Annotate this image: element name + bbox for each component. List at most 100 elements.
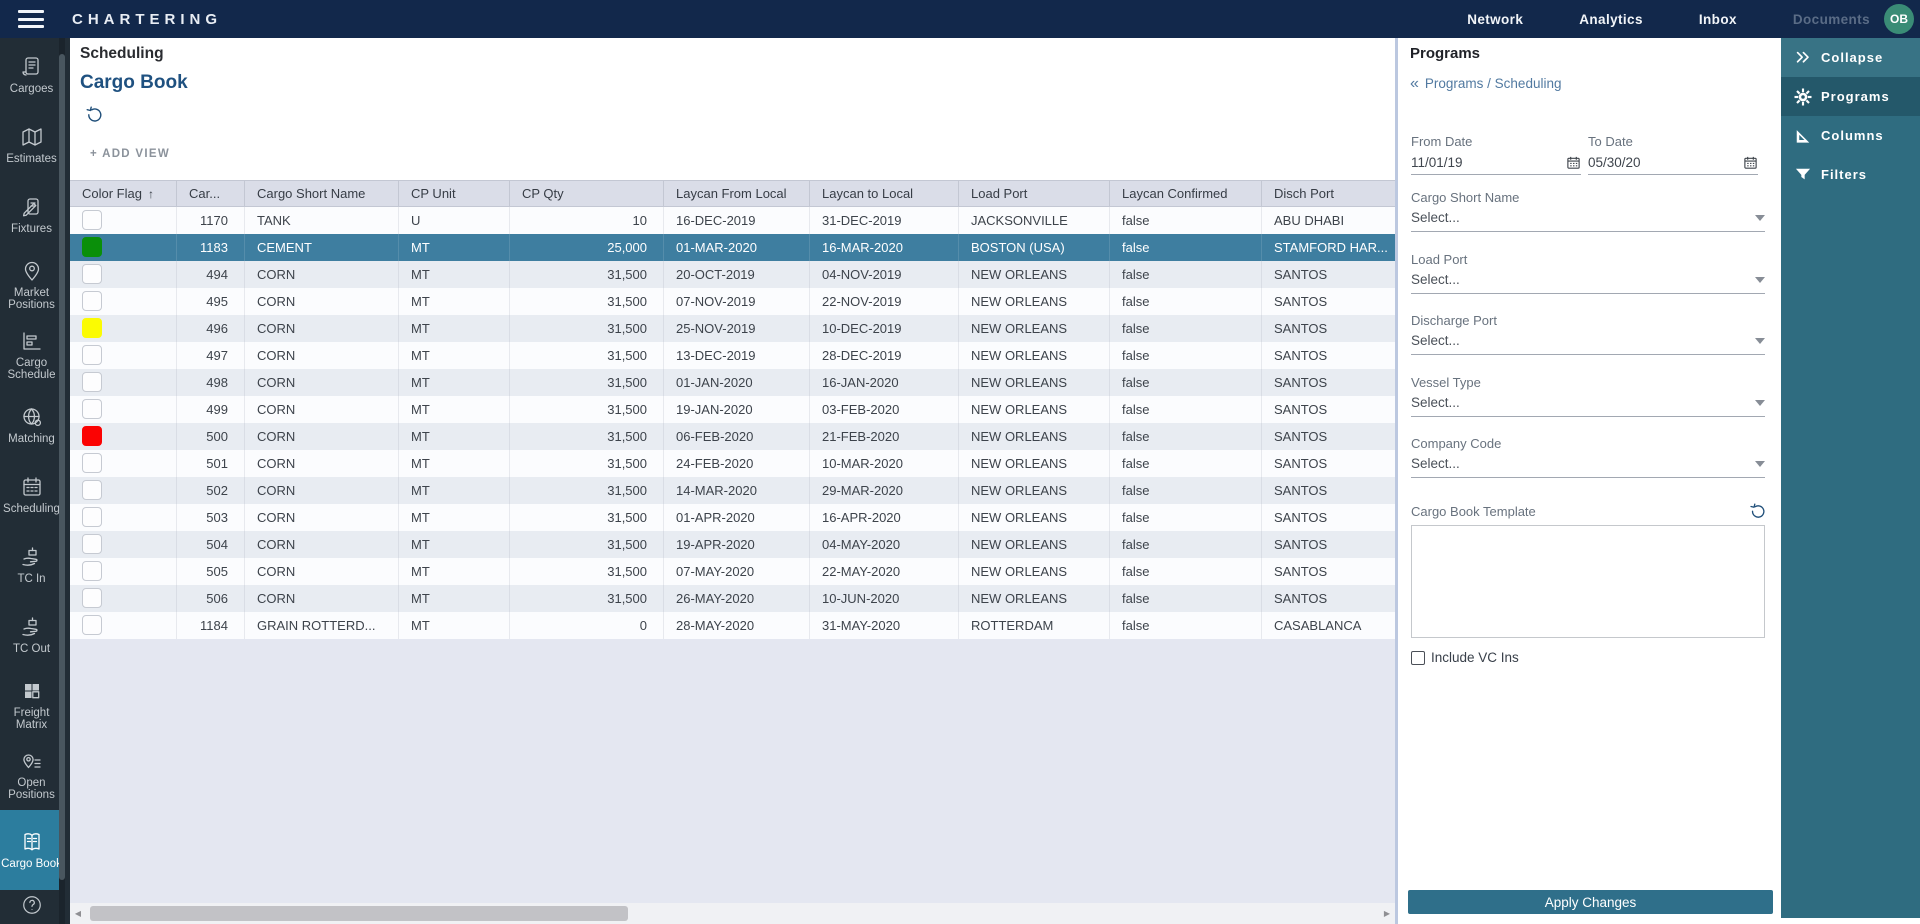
column-header-laycan-to-local[interactable]: Laycan to Local	[810, 181, 959, 206]
color-flag-checkbox[interactable]	[82, 264, 102, 284]
cell-load: BOSTON (USA)	[959, 234, 1110, 261]
table-row[interactable]: 494CORNMT31,50020-OCT-201904-NOV-2019NEW…	[70, 261, 1395, 288]
table-row[interactable]: 500CORNMT31,50006-FEB-202021-FEB-2020NEW…	[70, 423, 1395, 450]
cargo-book-template-textarea[interactable]	[1411, 525, 1765, 638]
sidebar-item-cargoes[interactable]: Cargoes	[0, 40, 63, 110]
cargo-short-name-dropdown[interactable]: Select...	[1411, 210, 1765, 232]
column-header-color-flag[interactable]: Color Flag↑	[70, 181, 177, 206]
color-flag-checkbox[interactable]	[82, 453, 102, 473]
from-date-input[interactable]: 11/01/19	[1411, 155, 1581, 175]
table-row[interactable]: 1170TANKU1016-DEC-201931-DEC-2019JACKSON…	[70, 207, 1395, 234]
nav-link-network[interactable]: Network	[1467, 12, 1523, 27]
include-vc-ins-checkbox[interactable]	[1411, 651, 1425, 665]
color-flag-checkbox[interactable]	[82, 291, 102, 311]
user-avatar[interactable]: OB	[1884, 4, 1914, 34]
undo-icon[interactable]	[1748, 503, 1765, 520]
color-flag-red[interactable]	[82, 426, 102, 446]
cell-confirmed: false	[1110, 504, 1262, 531]
ship-hand-icon	[20, 545, 44, 569]
table-row[interactable]: 502CORNMT31,50014-MAR-202029-MAR-2020NEW…	[70, 477, 1395, 504]
table-row[interactable]: 496CORNMT31,50025-NOV-201910-DEC-2019NEW…	[70, 315, 1395, 342]
help-icon[interactable]	[0, 894, 63, 916]
column-header-disch-port[interactable]: Disch Port	[1262, 181, 1395, 206]
to-date-input[interactable]: 05/30/20	[1588, 155, 1758, 175]
rail-item-filters[interactable]: Filters	[1781, 155, 1920, 194]
hamburger-menu-icon[interactable]	[18, 10, 44, 28]
table-row[interactable]: 1183CEMENTMT25,00001-MAR-202016-MAR-2020…	[70, 234, 1395, 261]
sidebar-item-market-positions[interactable]: Market Positions	[0, 250, 63, 320]
cell-load: NEW ORLEANS	[959, 315, 1110, 342]
column-header-laycan-from-local[interactable]: Laycan From Local	[664, 181, 810, 206]
column-header-cp-qty[interactable]: CP Qty	[510, 181, 664, 206]
horizontal-scrollbar[interactable]: ◀ ▶	[70, 903, 1395, 924]
vessel-type-dropdown[interactable]: Select...	[1411, 395, 1765, 417]
color-flag-checkbox[interactable]	[82, 534, 102, 554]
to-date-value[interactable]: 05/30/20	[1588, 155, 1743, 170]
rail-item-collapse[interactable]: Collapse	[1781, 38, 1920, 77]
column-header-car[interactable]: Car...	[177, 181, 245, 206]
scroll-left-arrow-icon[interactable]: ◀	[70, 903, 86, 924]
table-row[interactable]: 1184GRAIN ROTTERD...MT028-MAY-202031-MAY…	[70, 612, 1395, 639]
scroll-right-arrow-icon[interactable]: ▶	[1379, 903, 1395, 924]
table-row[interactable]: 498CORNMT31,50001-JAN-202016-JAN-2020NEW…	[70, 369, 1395, 396]
table-row[interactable]: 495CORNMT31,50007-NOV-201922-NOV-2019NEW…	[70, 288, 1395, 315]
select-group-cargo-short-name: Cargo Short NameSelect...	[1411, 190, 1765, 238]
rail-item-programs[interactable]: Programs	[1781, 77, 1920, 116]
sidebar-item-cargo-schedule[interactable]: Cargo Schedule	[0, 320, 63, 390]
nav-link-documents[interactable]: Documents	[1793, 12, 1870, 27]
company-code-dropdown[interactable]: Select...	[1411, 456, 1765, 478]
table-row[interactable]: 506CORNMT31,50026-MAY-202010-JUN-2020NEW…	[70, 585, 1395, 612]
sidebar-item-label: Market Positions	[0, 287, 63, 312]
column-header-load-port[interactable]: Load Port	[959, 181, 1110, 206]
load-port-dropdown[interactable]: Select...	[1411, 272, 1765, 294]
table-row[interactable]: 503CORNMT31,50001-APR-202016-APR-2020NEW…	[70, 504, 1395, 531]
column-header-cargo-short-name[interactable]: Cargo Short Name	[245, 181, 399, 206]
calendar-icon[interactable]	[1743, 155, 1758, 170]
color-flag-yellow[interactable]	[82, 318, 102, 338]
color-flag-checkbox[interactable]	[82, 615, 102, 635]
from-date-value[interactable]: 11/01/19	[1411, 155, 1566, 170]
include-vc-ins-row[interactable]: Include VC Ins	[1411, 650, 1519, 665]
apply-changes-button[interactable]: Apply Changes	[1408, 890, 1773, 914]
sidebar-item-estimates[interactable]: Estimates	[0, 110, 63, 180]
sidebar-item-scheduling[interactable]: Scheduling	[0, 460, 63, 530]
color-flag-checkbox[interactable]	[82, 345, 102, 365]
color-flag-checkbox[interactable]	[82, 561, 102, 581]
color-flag-checkbox[interactable]	[82, 210, 102, 230]
color-flag-checkbox[interactable]	[82, 507, 102, 527]
discharge-port-dropdown[interactable]: Select...	[1411, 333, 1765, 355]
table-row[interactable]: 505CORNMT31,50007-MAY-202022-MAY-2020NEW…	[70, 558, 1395, 585]
add-view-button[interactable]: + ADD VIEW	[90, 148, 170, 160]
table-row[interactable]: 504CORNMT31,50019-APR-202004-MAY-2020NEW…	[70, 531, 1395, 558]
sidebar-item-open-positions[interactable]: Open Positions	[0, 740, 63, 810]
color-flag-green[interactable]	[82, 237, 102, 257]
cell-from: 13-DEC-2019	[664, 342, 810, 369]
column-header-cp-unit[interactable]: CP Unit	[399, 181, 510, 206]
table-row[interactable]: 499CORNMT31,50019-JAN-202003-FEB-2020NEW…	[70, 396, 1395, 423]
column-header-label: Laycan to Local	[822, 186, 913, 201]
sidebar-item-cargo-book[interactable]: Cargo Book	[0, 810, 63, 890]
color-flag-checkbox[interactable]	[82, 399, 102, 419]
sidebar-item-tc-in[interactable]: TC In	[0, 530, 63, 600]
table-row[interactable]: 501CORNMT31,50024-FEB-202010-MAR-2020NEW…	[70, 450, 1395, 477]
sidebar-item-tc-out[interactable]: TC Out	[0, 600, 63, 670]
table-row[interactable]: 497CORNMT31,50013-DEC-201928-DEC-2019NEW…	[70, 342, 1395, 369]
column-header-laycan-confirmed[interactable]: Laycan Confirmed	[1110, 181, 1262, 206]
color-flag-checkbox[interactable]	[82, 588, 102, 608]
sidebar-item-matching[interactable]: Matching	[0, 390, 63, 460]
sidebar-item-fixtures[interactable]: Fixtures	[0, 180, 63, 250]
calendar-icon[interactable]	[1566, 155, 1581, 170]
color-flag-cell	[70, 558, 177, 585]
color-flag-checkbox[interactable]	[82, 372, 102, 392]
cell-unit: MT	[399, 558, 510, 585]
color-flag-checkbox[interactable]	[82, 480, 102, 500]
breadcrumb[interactable]: «Programs / Scheduling	[1410, 75, 1561, 93]
undo-icon[interactable]	[84, 106, 102, 124]
rail-item-columns[interactable]: Columns	[1781, 116, 1920, 155]
sidebar-item-freight-matrix[interactable]: Freight Matrix	[0, 670, 63, 740]
nav-link-analytics[interactable]: Analytics	[1579, 12, 1643, 27]
nav-link-inbox[interactable]: Inbox	[1699, 12, 1737, 27]
horizontal-scrollbar-thumb[interactable]	[90, 906, 628, 921]
breadcrumb-path[interactable]: Programs / Scheduling	[1425, 76, 1562, 91]
sidebar-scrollbar-thumb[interactable]	[59, 54, 65, 880]
